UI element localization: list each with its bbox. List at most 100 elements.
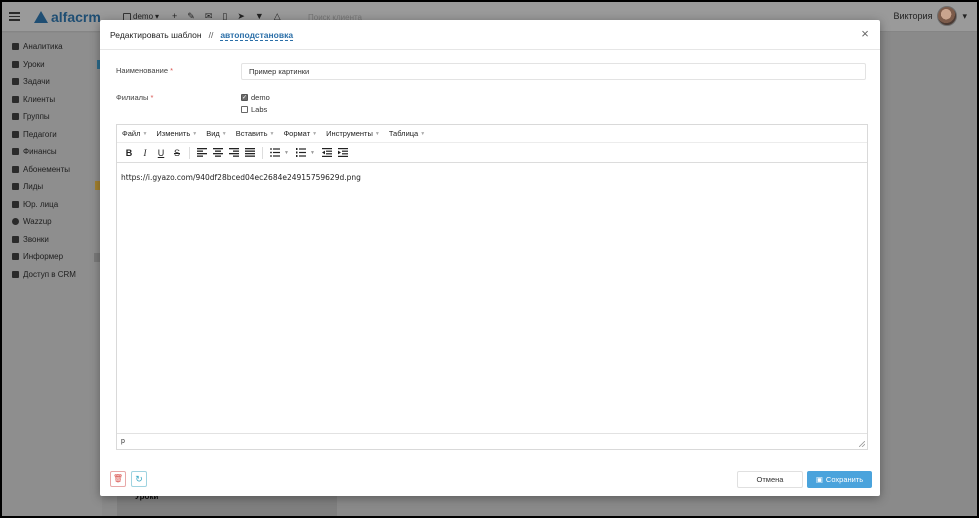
editor-content[interactable]: https://i.gyazo.com/940df28bced04ec2684e… <box>117 165 867 433</box>
sidebar-item-leads[interactable]: Лиды <box>2 178 102 196</box>
checkbox-unchecked-icon[interactable] <box>241 106 248 113</box>
sidebar-item-subscriptions[interactable]: Абонементы <box>2 161 102 179</box>
whatsapp-icon <box>12 218 19 226</box>
sidebar-item-lessons[interactable]: Уроки <box>2 56 102 74</box>
branches-label: Филиалы * <box>116 93 154 102</box>
menu-format[interactable]: Формат ▼ <box>283 129 317 138</box>
rich-text-editor: Файл ▼ Изменить ▼ Вид ▼ Вставить ▼ Формат ▼ И… <box>116 124 868 450</box>
toolbar-divider <box>262 146 263 159</box>
screen-frame: alfacrm demo ▾ + ✎ ✉ ▯ ➤ ▼ △ Виктория ▾ … <box>2 2 977 516</box>
lock-icon <box>12 270 19 278</box>
menu-tools[interactable]: Инструменты ▼ <box>326 129 380 138</box>
editor-toolbar: B I U S ▼ ▼ <box>117 143 867 163</box>
user-menu[interactable]: Виктория ▾ <box>893 6 967 26</box>
chevron-down-icon: ▼ <box>312 130 318 137</box>
user-icon <box>12 95 19 103</box>
chevron-down-icon: ▼ <box>269 130 275 137</box>
sidebar-item-teachers[interactable]: Педагоги <box>2 126 102 144</box>
chevron-down-icon: ▼ <box>420 130 426 137</box>
sidebar-item-wazzup[interactable]: Wazzup <box>2 213 102 231</box>
chevron-down-icon: ▼ <box>221 130 227 137</box>
required-mark: * <box>170 66 174 75</box>
save-label: Сохранить <box>825 475 864 484</box>
app-logo[interactable]: alfacrm <box>34 9 101 25</box>
reset-button[interactable]: ↻ <box>131 471 147 487</box>
chevron-down-icon: ▼ <box>142 130 148 137</box>
graduation-cap-icon <box>12 130 19 138</box>
numbered-list-icon[interactable] <box>294 146 308 160</box>
modal-title-text: Редактировать шаблон <box>110 30 202 40</box>
sidebar-item-finance[interactable]: Финансы <box>2 143 102 161</box>
italic-icon[interactable]: I <box>138 146 152 160</box>
modal-header: Редактировать шаблон // автоподстановка … <box>100 20 880 50</box>
align-center-icon[interactable] <box>211 146 225 160</box>
required-mark: * <box>150 93 154 102</box>
save-button[interactable]: ▣ Сохранить <box>807 471 872 488</box>
sidebar-item-crm-access[interactable]: Доступ в CRM <box>2 266 102 284</box>
chevron-down-icon[interactable]: ▼ <box>310 150 315 156</box>
tasks-icon <box>12 78 19 86</box>
bullet-list-icon[interactable] <box>268 146 282 160</box>
bell-icon <box>12 253 19 261</box>
align-justify-icon[interactable] <box>243 146 257 160</box>
chevron-down-icon: ▼ <box>192 130 198 137</box>
trash-icon: 🗑 <box>112 474 124 483</box>
calendar-icon <box>12 60 19 68</box>
strikethrough-icon[interactable]: S <box>170 146 184 160</box>
align-left-icon[interactable] <box>195 146 209 160</box>
chart-icon <box>12 43 19 51</box>
menu-edit[interactable]: Изменить ▼ <box>156 129 197 138</box>
sidebar-item-legal-entities[interactable]: Юр. лица <box>2 196 102 214</box>
edit-template-modal: Редактировать шаблон // автоподстановка … <box>100 20 880 496</box>
branch-checkbox-labs[interactable]: Labs <box>241 105 267 114</box>
checkbox-checked-icon[interactable]: ✓ <box>241 94 248 101</box>
logo-text: alfacrm <box>51 9 101 25</box>
modal-title: Редактировать шаблон // автоподстановка <box>110 30 294 41</box>
refresh-icon: ↻ <box>135 474 143 484</box>
chevron-down-icon[interactable]: ▼ <box>284 150 289 156</box>
menu-file[interactable]: Файл ▼ <box>122 129 147 138</box>
menu-insert[interactable]: Вставить ▼ <box>236 129 275 138</box>
chevron-down-icon: ▼ <box>374 130 380 137</box>
name-input[interactable] <box>241 63 866 80</box>
outdent-icon[interactable] <box>320 146 334 160</box>
user-plus-icon <box>12 183 19 191</box>
briefcase-icon <box>12 200 19 208</box>
close-icon[interactable]: × <box>858 27 872 41</box>
sidebar-item-informer[interactable]: Информер <box>2 248 102 266</box>
delete-button[interactable]: 🗑 <box>110 471 126 487</box>
editor-paragraph[interactable]: https://i.gyazo.com/940df28bced04ec2684e… <box>121 173 863 182</box>
editor-statusbar: p <box>117 433 867 449</box>
cancel-button[interactable]: Отмена <box>737 471 803 488</box>
autosubstitution-link[interactable]: автоподстановка <box>220 30 294 41</box>
hamburger-menu-icon[interactable] <box>9 12 20 21</box>
bold-icon[interactable]: B <box>122 146 136 160</box>
user-name: Виктория <box>893 11 933 21</box>
underline-icon[interactable]: U <box>154 146 168 160</box>
toolbar-divider <box>189 146 190 159</box>
sidebar-item-groups[interactable]: Группы <box>2 108 102 126</box>
avatar <box>937 6 958 26</box>
name-label: Наименование * <box>116 66 174 75</box>
element-path[interactable]: p <box>121 438 125 445</box>
title-separator: // <box>208 30 214 40</box>
sidebar-item-calls[interactable]: Звонки <box>2 231 102 249</box>
editor-menubar: Файл ▼ Изменить ▼ Вид ▼ Вставить ▼ Формат ▼ И… <box>117 125 867 143</box>
tag-icon <box>12 165 19 173</box>
sidebar: Аналитика Уроки Задачи Клиенты Группы Пе… <box>2 33 102 516</box>
branch-checkbox-demo[interactable]: ✓ demo <box>241 93 270 102</box>
sidebar-item-clients[interactable]: Клиенты <box>2 91 102 109</box>
phone-icon <box>12 235 19 243</box>
resize-handle-icon[interactable] <box>859 441 865 447</box>
align-right-icon[interactable] <box>227 146 241 160</box>
save-icon: ▣ <box>815 475 823 484</box>
menu-table[interactable]: Таблица ▼ <box>389 129 425 138</box>
chevron-down-icon: ▾ <box>962 10 967 21</box>
logo-triangle-icon <box>34 11 48 23</box>
sidebar-item-tasks[interactable]: Задачи <box>2 73 102 91</box>
users-icon <box>12 113 19 121</box>
indent-icon[interactable] <box>336 146 350 160</box>
sidebar-item-analytics[interactable]: Аналитика <box>2 38 102 56</box>
money-icon <box>12 148 19 156</box>
menu-view[interactable]: Вид ▼ <box>206 129 227 138</box>
